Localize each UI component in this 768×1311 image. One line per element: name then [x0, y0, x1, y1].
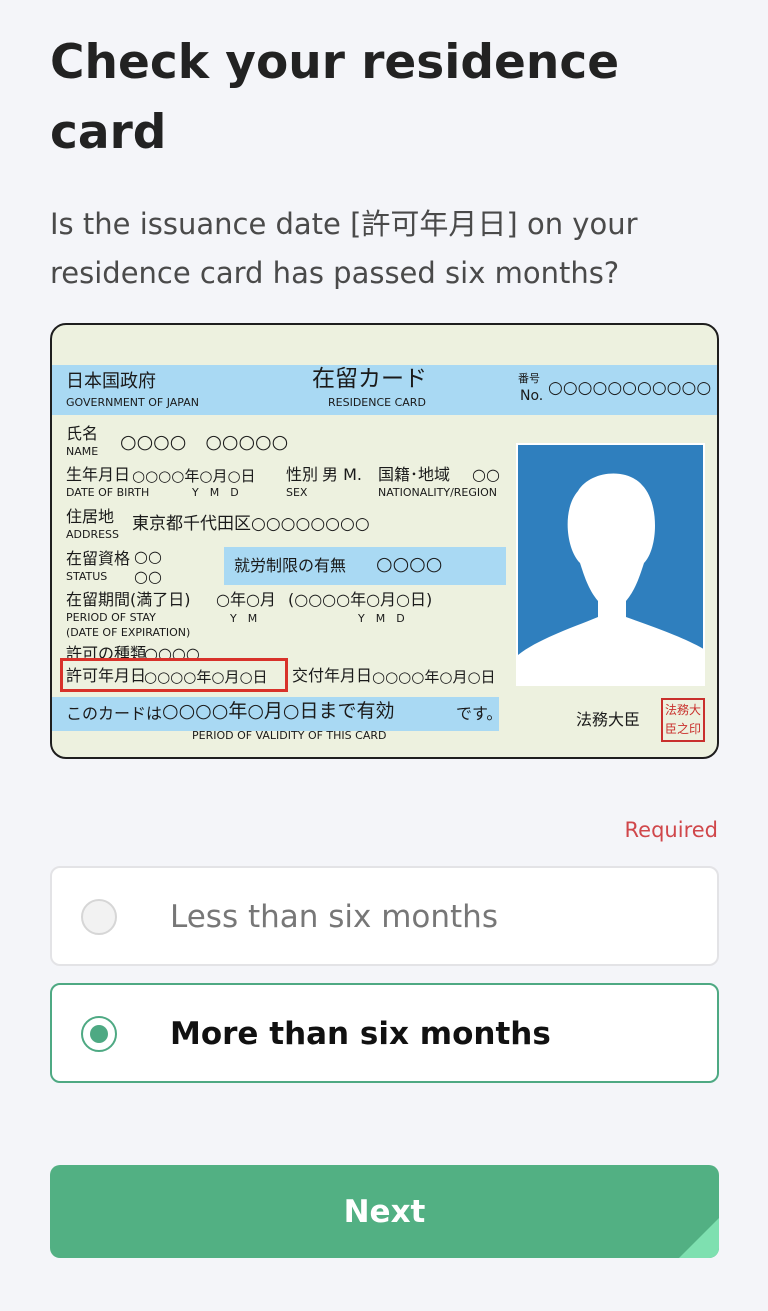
card-status-value: ○○ — [134, 547, 162, 566]
card-dob-value: ○○○○年○月○日 — [132, 467, 256, 485]
card-sex-value: 男 M. — [322, 465, 362, 484]
minister-seal: 法務大 臣之印 — [661, 698, 705, 742]
next-button-label: Next — [343, 1193, 426, 1230]
residence-card-illustration: 日本国政府 GOVERNMENT OF JAPAN 在留カード RESIDENC… — [50, 323, 719, 759]
card-sex-en: SEX — [286, 486, 308, 499]
card-number-value: ○○○○○○○○○○○ — [548, 378, 712, 398]
card-validity-prefix: このカードは — [66, 704, 163, 723]
card-status-en: STATUS — [66, 570, 108, 583]
card-dob-en: DATE OF BIRTH — [66, 486, 150, 499]
card-work-jp: 就労制限の有無 — [234, 556, 347, 575]
card-name-jp: 氏名 — [66, 424, 99, 443]
card-period-units: Y M — [230, 612, 258, 625]
card-gov-jp: 日本国政府 — [66, 371, 156, 392]
card-number-en: No. — [520, 388, 544, 404]
page-title: Check your residence card — [50, 35, 620, 160]
card-number-jp: 番号 — [518, 372, 540, 385]
card-nat-en: NATIONALITY/REGION — [378, 486, 498, 499]
card-issue-date-jp: 交付年月日 — [292, 666, 373, 685]
card-minister: 法務大臣 — [576, 710, 641, 729]
required-label: Required — [624, 818, 718, 842]
card-period-jp: 在留期間(満了日) — [66, 590, 191, 609]
card-period-expiry-units: Y M D — [358, 612, 405, 625]
card-sex-jp: 性別 — [286, 465, 319, 484]
next-button[interactable]: Next — [50, 1165, 719, 1258]
card-title-jp: 在留カード — [312, 366, 427, 392]
card-nat-value: ○○ — [472, 465, 500, 484]
question-text: Is the issuance date [許可年月日] on your res… — [50, 207, 638, 290]
card-period-value: ○年○月 — [216, 590, 276, 609]
card-period-en: PERIOD OF STAY — [66, 611, 156, 624]
card-status-value-2: ○○ — [134, 567, 162, 586]
card-validity-suffix: です。 — [456, 704, 503, 723]
card-period-expiry: (○○○○年○月○日) — [288, 590, 433, 609]
radio-unchecked-icon[interactable] — [81, 899, 117, 935]
card-address-en: ADDRESS — [66, 528, 120, 541]
option-less-than-six-months[interactable]: Less than six months — [50, 866, 719, 966]
card-gov-en: GOVERNMENT OF JAPAN — [66, 396, 199, 409]
card-work-value: ○○○○ — [376, 553, 443, 575]
option-label: Less than six months — [170, 899, 498, 935]
radio-checked-icon[interactable] — [81, 1016, 117, 1052]
card-dob-units: Y M D — [192, 486, 239, 499]
card-status-jp: 在留資格 — [66, 549, 131, 568]
corner-accent — [679, 1218, 719, 1258]
card-address-jp: 住居地 — [66, 507, 115, 526]
card-validity-value: ○○○○年○月○日まで有効 — [162, 700, 395, 722]
card-issue-date-value: ○○○○年○月○日 — [372, 668, 496, 686]
option-label: More than six months — [170, 1016, 551, 1052]
card-name-value: ○○○○ ○○○○○ — [120, 431, 289, 453]
card-title-en: RESIDENCE CARD — [328, 396, 426, 409]
card-address-value: 東京都千代田区○○○○○○○○ — [132, 514, 370, 534]
portrait-photo — [516, 443, 705, 686]
permit-date-highlight — [60, 658, 288, 692]
card-dob-jp: 生年月日 — [66, 465, 131, 484]
person-silhouette-icon — [518, 473, 703, 684]
option-more-than-six-months[interactable]: More than six months — [50, 983, 719, 1083]
card-name-en: NAME — [66, 445, 99, 458]
card-period-en-2: (DATE OF EXPIRATION) — [66, 626, 191, 639]
card-nat-jp: 国籍･地域 — [378, 465, 451, 484]
card-validity-en: PERIOD OF VALIDITY OF THIS CARD — [192, 729, 387, 742]
